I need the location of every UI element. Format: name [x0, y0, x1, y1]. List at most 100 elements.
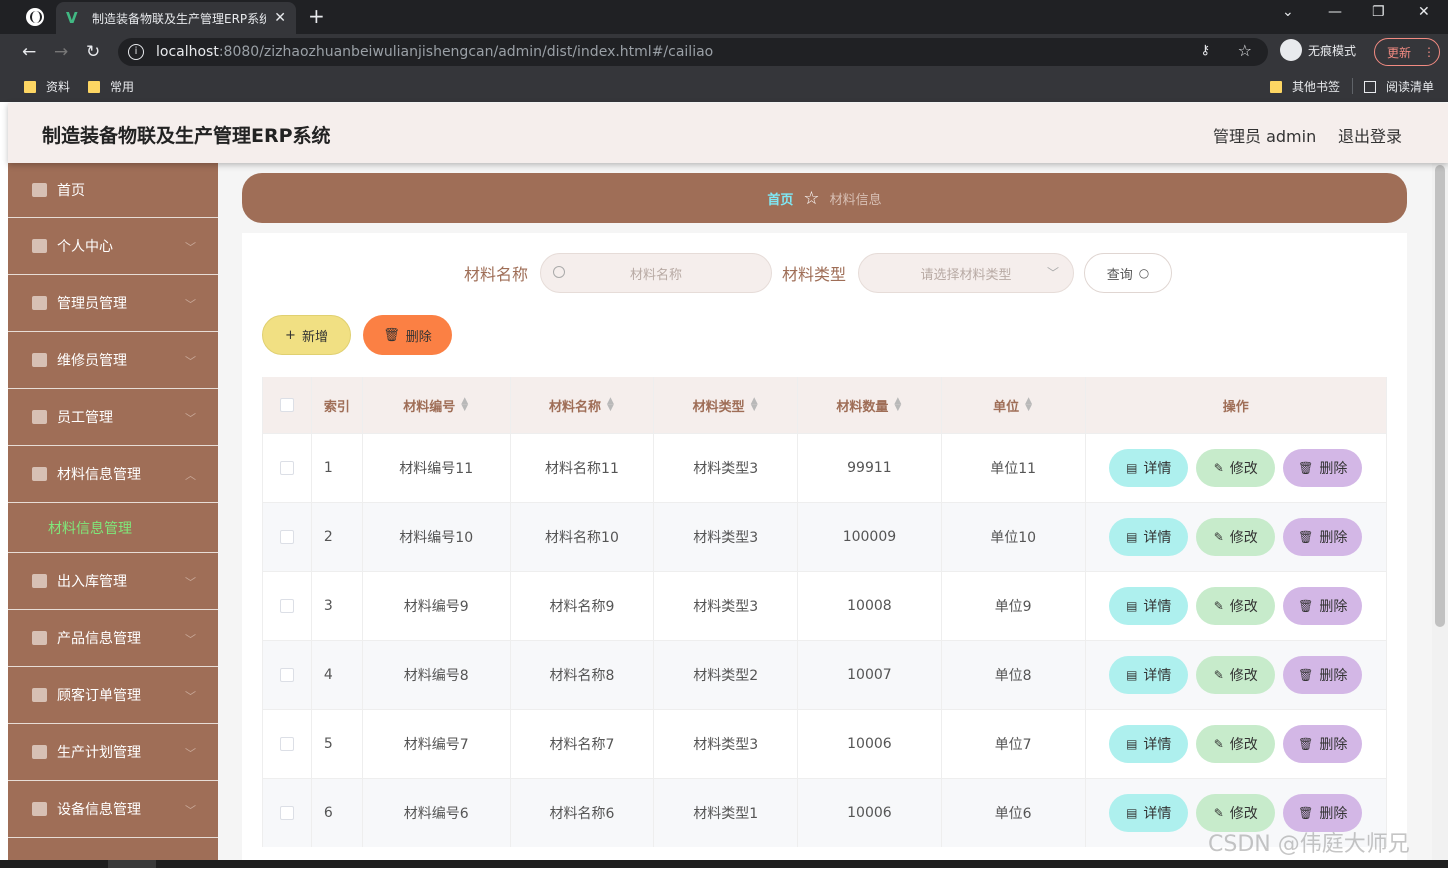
sidebar-item-stock[interactable]: 出入库管理 ﹀ [8, 553, 218, 610]
breadcrumb-home[interactable]: 首页 [767, 189, 793, 208]
maximize-icon[interactable]: ❐ [1372, 4, 1385, 20]
delete-button[interactable]: 🗑 删除 [1283, 656, 1363, 694]
cell-ops: ▤ 详情 ✎ 修改 🗑 删除 [1086, 434, 1386, 502]
sort-icon[interactable]: ▲ ▼ [607, 397, 615, 413]
row-checkbox[interactable] [279, 806, 294, 820]
update-button[interactable]: 更新 ⋮ [1374, 38, 1440, 66]
detail-button[interactable]: ▤ 详情 [1109, 518, 1189, 556]
bookmark-folder[interactable]: 资料 [24, 78, 70, 95]
logout-link[interactable]: 退出登录 [1338, 123, 1402, 147]
cell-qty: 100009 [798, 503, 942, 571]
row-checkbox[interactable] [279, 737, 294, 751]
address-bar-row: ← → ↻ i localhost :8080/zizhaozhuanbeiwu… [0, 34, 1448, 70]
bookmark-folder[interactable]: 常用 [88, 78, 134, 95]
browser-tab[interactable]: V 制造装备物联及生产管理ERP系统 ✕ [56, 2, 296, 34]
update-label: 更新 [1387, 45, 1412, 60]
cell-index: 1 [312, 434, 363, 502]
new-tab-icon[interactable]: + [308, 4, 325, 28]
batch-delete-button[interactable]: 🗑 删除 [363, 315, 452, 355]
tab-search-icon[interactable]: ⌄ [1282, 4, 1294, 20]
detail-button[interactable]: ▤ 详情 [1109, 449, 1189, 487]
cell-name: 材料名称11 [511, 434, 655, 502]
row-checkbox[interactable] [279, 530, 294, 544]
sort-icon[interactable]: ▲ ▼ [461, 397, 469, 413]
edit-button[interactable]: ✎ 修改 [1196, 518, 1276, 556]
sort-icon[interactable]: ▲ ▼ [751, 397, 759, 413]
cell-code: 材料编号10 [363, 503, 511, 571]
message-icon [32, 410, 47, 424]
watermark: CSDN @伟庭大师兄 [1208, 832, 1410, 857]
incognito-indicator[interactable]: 无痕模式 [1280, 39, 1356, 61]
edit-button[interactable]: ✎ 修改 [1196, 656, 1276, 694]
delete-button[interactable]: 🗑 删除 [1283, 725, 1363, 763]
scrollbar[interactable] [1432, 163, 1448, 868]
detail-button[interactable]: ▤ 详情 [1109, 587, 1189, 625]
main-area: 首页 ☆ 材料信息 材料名称 材料名称 材料类型 请选择材料类型 ﹀ 查询 ○ … [218, 163, 1432, 873]
search-form: 材料名称 材料名称 材料类型 请选择材料类型 ﹀ 查询 ○ [464, 253, 1173, 293]
name-search-input[interactable]: 材料名称 [540, 253, 773, 293]
select-all-checkbox[interactable] [279, 398, 294, 412]
reload-icon[interactable]: ↻ [86, 42, 100, 62]
taskbar-item[interactable] [108, 860, 156, 868]
delete-button[interactable]: 🗑 删除 [1283, 518, 1363, 556]
cell-name: 材料名称9 [511, 572, 655, 640]
sidebar-item-home[interactable]: 首页 [8, 163, 218, 218]
header-qty[interactable]: 材料数量 ▲ ▼ [798, 377, 942, 433]
info-icon[interactable]: i [128, 44, 144, 60]
other-bookmarks[interactable]: 其他书签 [1270, 78, 1340, 95]
sidebar-item-repairers[interactable]: 维修员管理 ﹀ [8, 332, 218, 389]
search-icon: ○ [1138, 266, 1150, 280]
detail-button[interactable]: ▤ 详情 [1109, 725, 1189, 763]
document-icon: ▤ [1126, 737, 1138, 751]
minimize-icon[interactable]: — [1328, 4, 1342, 20]
sliders-icon [32, 688, 47, 702]
cell-type: 材料类型2 [654, 641, 799, 709]
type-select[interactable]: 请选择材料类型 ﹀ [858, 253, 1075, 293]
reading-list[interactable]: 阅读清单 [1364, 78, 1434, 95]
trash-icon: 🗑 [1298, 530, 1314, 544]
sidebar-item-orders[interactable]: 顾客订单管理 ﹀ [8, 667, 218, 724]
query-button[interactable]: 查询 ○ [1084, 253, 1173, 293]
header-ops: 操作 [1222, 399, 1249, 415]
add-button[interactable]: + 新增 [262, 315, 351, 355]
sidebar-item-plans[interactable]: 生产计划管理 ﹀ [8, 724, 218, 781]
menu-dots-icon[interactable]: ⋮ [1423, 45, 1435, 59]
sidebar-item-employees[interactable]: 员工管理 ﹀ [8, 389, 218, 446]
header-name[interactable]: 材料名称 ▲ ▼ [511, 377, 655, 433]
delete-button[interactable]: 🗑 删除 [1283, 587, 1363, 625]
detail-button[interactable]: ▤ 详情 [1109, 794, 1189, 832]
delete-button[interactable]: 🗑 删除 [1283, 449, 1363, 487]
chart-icon [32, 296, 47, 310]
sort-icon[interactable]: ▲ ▼ [1025, 397, 1033, 413]
forward-icon[interactable]: → [54, 42, 68, 62]
header-code[interactable]: 材料编号 ▲ ▼ [363, 377, 511, 433]
detail-button[interactable]: ▤ 详情 [1109, 656, 1189, 694]
sidebar-item-admins[interactable]: 管理员管理 ﹀ [8, 275, 218, 332]
row-checkbox[interactable] [279, 599, 294, 613]
edit-button[interactable]: ✎ 修改 [1196, 587, 1276, 625]
sidebar-item-profile[interactable]: 个人中心 ﹀ [8, 218, 218, 275]
sort-icon[interactable]: ▲ ▼ [894, 397, 902, 413]
edit-button[interactable]: ✎ 修改 [1196, 725, 1276, 763]
edit-button[interactable]: ✎ 修改 [1196, 449, 1276, 487]
header-type[interactable]: 材料类型 ▲ ▼ [654, 377, 799, 433]
submenu-materials[interactable]: 材料信息管理 [8, 503, 218, 553]
cell-index: 2 [312, 503, 363, 571]
window-close-icon[interactable]: ✕ [1418, 4, 1430, 20]
header-unit[interactable]: 单位 ▲ ▼ [942, 377, 1086, 433]
cell-name: 材料名称10 [511, 503, 655, 571]
row-checkbox[interactable] [279, 461, 294, 475]
sidebar-item-materials[interactable]: 材料信息管理 ︿ [8, 446, 218, 503]
app-header: 制造装备物联及生产管理ERP系统 管理员 admin 退出登录 [8, 103, 1448, 163]
sidebar-item-equipment[interactable]: 设备信息管理 ﹀ [8, 781, 218, 838]
plus-icon: + [285, 327, 296, 343]
back-icon[interactable]: ← [22, 42, 36, 62]
url-field[interactable]: i localhost :8080/zizhaozhuanbeiwulianji… [118, 38, 1268, 66]
row-checkbox[interactable] [279, 668, 294, 682]
sidebar-item-products[interactable]: 产品信息管理 ﹀ [8, 610, 218, 667]
scrollbar-thumb[interactable] [1435, 165, 1445, 627]
cell-qty: 10006 [798, 779, 942, 847]
bookmark-star-icon[interactable]: ☆ [1238, 41, 1252, 60]
key-icon[interactable]: ⚷ [1200, 43, 1210, 58]
tab-close-icon[interactable]: ✕ [274, 10, 286, 26]
